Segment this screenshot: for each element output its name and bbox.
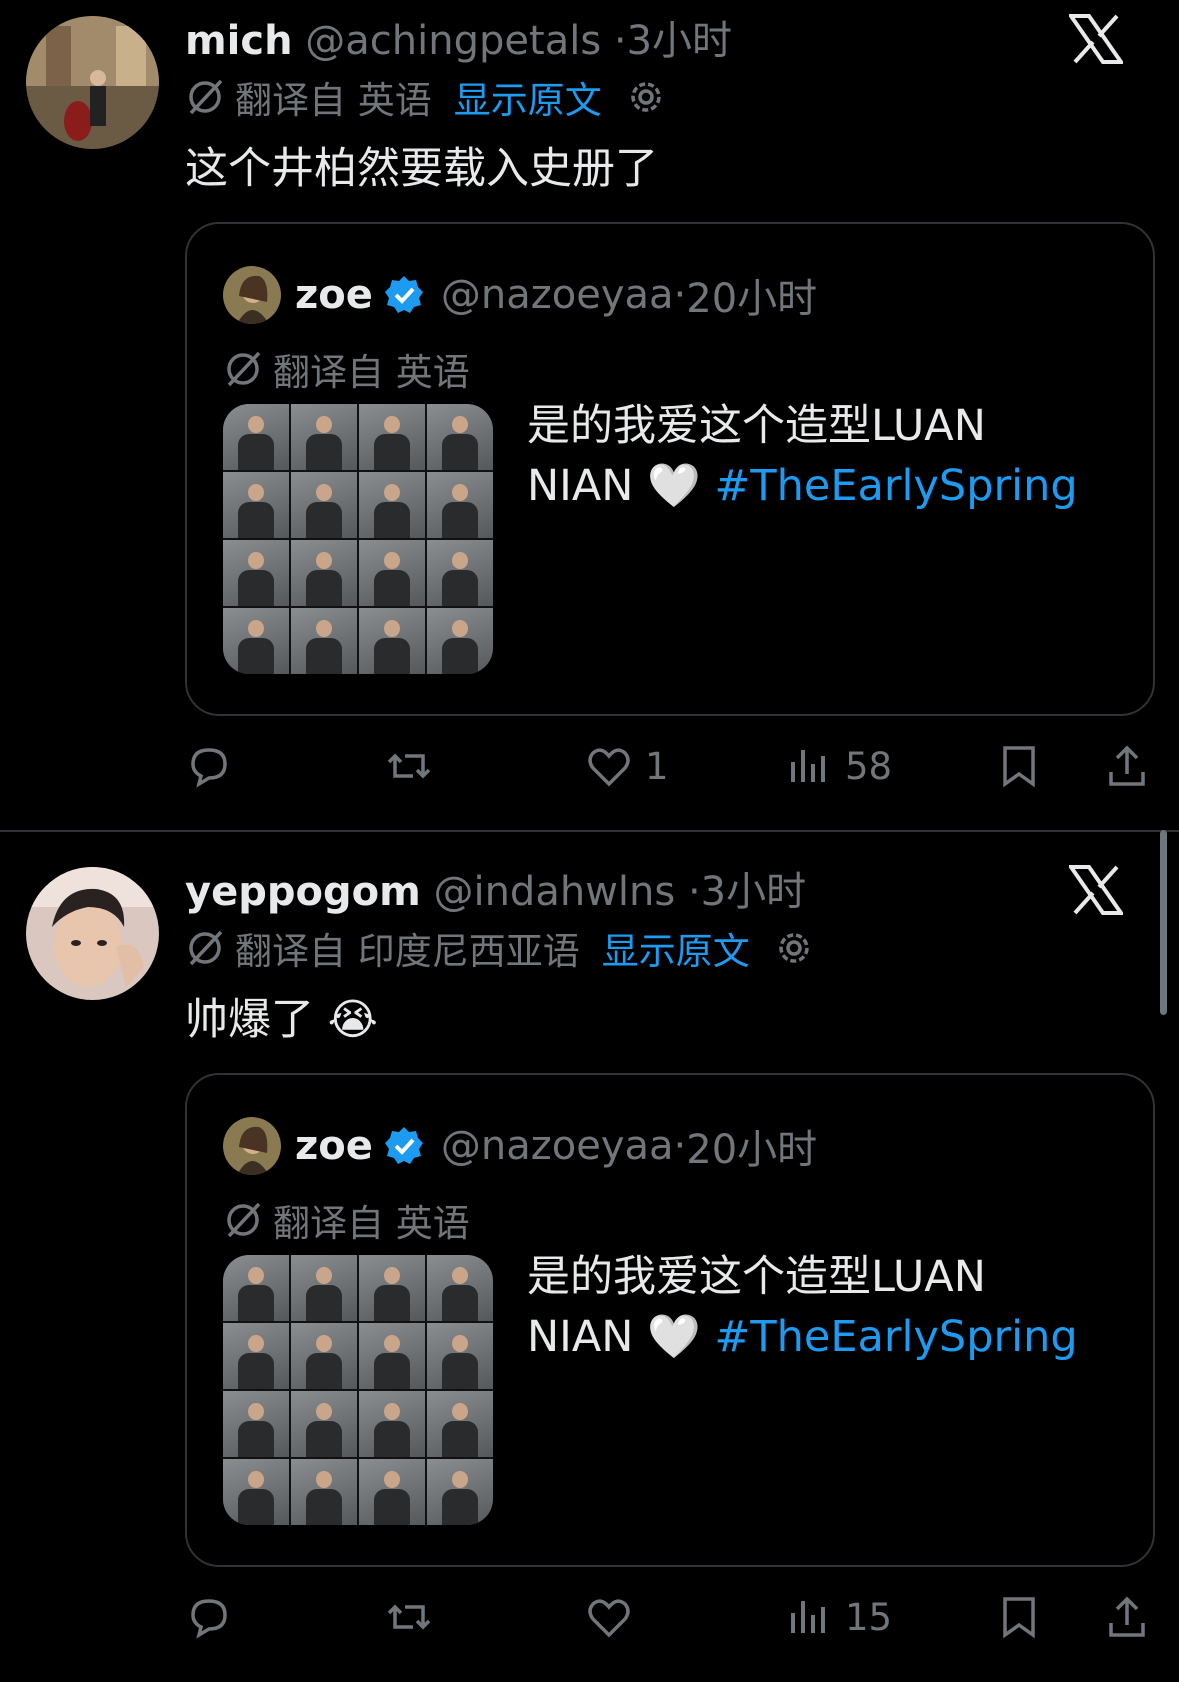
retweet-button[interactable]	[385, 736, 433, 796]
quote-timestamp[interactable]: 20小时	[686, 266, 817, 324]
hashtag-link[interactable]: #TheEarlySpring	[714, 461, 1077, 511]
translate-icon	[227, 351, 261, 387]
display-name[interactable]: yeppogom	[185, 869, 421, 915]
quote-text: 是的我爱这个造型LUAN NIAN 🤍 #TheEarlySpring	[527, 1247, 1078, 1367]
avatar[interactable]	[26, 16, 159, 149]
separator: ·	[687, 869, 701, 915]
show-original-link[interactable]: 显示原文	[602, 921, 750, 975]
retweet-button[interactable]	[385, 1587, 433, 1647]
tweet-text: 这个井柏然要载入史册了	[185, 144, 658, 194]
avatar[interactable]	[26, 867, 159, 1000]
action-bar: 15	[185, 1587, 1151, 1647]
views-icon	[791, 750, 825, 782]
quote-header: zoe @nazoeyaa · 20小时	[223, 1117, 817, 1175]
retweet-icon	[387, 1604, 431, 1630]
quote-timestamp[interactable]: 20小时	[686, 1117, 817, 1175]
x-logo-icon[interactable]	[1069, 865, 1123, 915]
quote-text: 是的我爱这个造型LUAN NIAN 🤍 #TheEarlySpring	[527, 396, 1078, 516]
x-logo-icon[interactable]	[1069, 14, 1123, 64]
tweet-2[interactable]: yeppogom @indahwlns ·3小时 翻译自 印度尼西亚语 显示原文…	[0, 851, 1179, 1682]
verified-icon	[384, 276, 423, 313]
bookmark-icon	[1003, 746, 1035, 788]
translate-label: 翻译自 印度尼西亚语	[235, 930, 580, 973]
views-icon	[791, 1601, 825, 1633]
quote-translate-label: 翻译自 英语	[273, 1202, 470, 1245]
handle[interactable]: @indahwlns	[433, 869, 675, 915]
display-name[interactable]: mich	[185, 18, 293, 64]
quote-translation-row: 翻译自 英语	[223, 342, 470, 396]
like-icon	[588, 1599, 630, 1638]
bookmark-button[interactable]	[995, 1587, 1043, 1647]
bookmark-icon	[1003, 1597, 1035, 1639]
quote-text-line-1: 是的我爱这个造型LUAN	[527, 401, 986, 451]
timestamp[interactable]: 3小时	[701, 869, 806, 915]
quote-text-line-2: NIAN 🤍	[527, 1312, 701, 1362]
tweet-text: 帅爆了 😭	[185, 995, 378, 1045]
share-button[interactable]	[1103, 1587, 1151, 1647]
quote-display-name[interactable]: zoe	[295, 272, 373, 318]
quote-avatar[interactable]	[223, 266, 281, 324]
handle[interactable]: @achingpetals	[305, 18, 601, 64]
tweet-header: yeppogom @indahwlns ·3小时	[185, 859, 806, 917]
action-bar: 1 58	[185, 736, 1151, 796]
quoted-tweet[interactable]: zoe @nazoeyaa · 20小时 翻译自 英语 是的我爱这个造型LUAN …	[185, 222, 1155, 716]
quoted-tweet[interactable]: zoe @nazoeyaa · 20小时 翻译自 英语 是的我爱这个造型LUAN …	[185, 1073, 1155, 1567]
quote-text-line-2: NIAN 🤍	[527, 461, 701, 511]
share-button[interactable]	[1103, 736, 1151, 796]
quote-translation-row: 翻译自 英语	[223, 1193, 470, 1247]
timestamp[interactable]: 3小时	[627, 18, 732, 64]
quote-media-thumbnail[interactable]	[223, 1255, 493, 1525]
separator: ·	[673, 1123, 687, 1169]
quote-header: zoe @nazoeyaa · 20小时	[223, 266, 817, 324]
views-button[interactable]: 15	[785, 1587, 892, 1647]
retweet-icon	[387, 753, 431, 779]
translation-row: 翻译自 印度尼西亚语 显示原文	[185, 921, 816, 975]
reply-icon	[191, 748, 227, 788]
verified-icon	[384, 1127, 423, 1164]
gear-icon[interactable]	[624, 75, 668, 119]
quote-translate-label: 翻译自 英语	[273, 351, 470, 394]
show-original-link[interactable]: 显示原文	[454, 70, 602, 124]
quote-display-name[interactable]: zoe	[295, 1123, 373, 1169]
quote-avatar[interactable]	[223, 1117, 281, 1175]
bookmark-button[interactable]	[995, 736, 1043, 796]
views-button[interactable]: 58	[785, 736, 892, 796]
views-count: 15	[845, 1595, 893, 1639]
quote-text-line-1: 是的我爱这个造型LUAN	[527, 1252, 986, 1302]
quote-media-thumbnail[interactable]	[223, 404, 493, 674]
reply-button[interactable]	[185, 1587, 233, 1647]
like-button[interactable]: 1	[585, 736, 669, 796]
quote-handle[interactable]: @nazoeyaa	[441, 272, 674, 318]
separator: ·	[673, 272, 687, 318]
separator: ·	[613, 18, 627, 64]
views-count: 58	[845, 744, 893, 788]
reply-icon	[191, 1599, 227, 1639]
tweet-1[interactable]: mich @achingpetals ·3小时 翻译自 英语 显示原文 这个井柏…	[0, 0, 1179, 830]
translate-icon	[189, 930, 223, 966]
hashtag-link[interactable]: #TheEarlySpring	[714, 1312, 1077, 1362]
gear-icon[interactable]	[772, 926, 816, 970]
translate-label: 翻译自 英语	[235, 79, 432, 122]
translate-icon	[189, 79, 223, 115]
quote-handle[interactable]: @nazoeyaa	[441, 1123, 674, 1169]
like-count: 1	[645, 744, 669, 788]
translation-row: 翻译自 英语 显示原文	[185, 70, 668, 124]
reply-button[interactable]	[185, 736, 233, 796]
scrollbar[interactable]	[1160, 830, 1167, 1015]
translate-icon	[227, 1202, 261, 1238]
tweet-divider	[0, 830, 1179, 832]
share-icon	[1109, 745, 1145, 786]
share-icon	[1109, 1596, 1145, 1637]
like-button[interactable]	[585, 1587, 633, 1647]
tweet-header: mich @achingpetals ·3小时	[185, 8, 732, 66]
like-icon	[588, 748, 630, 787]
